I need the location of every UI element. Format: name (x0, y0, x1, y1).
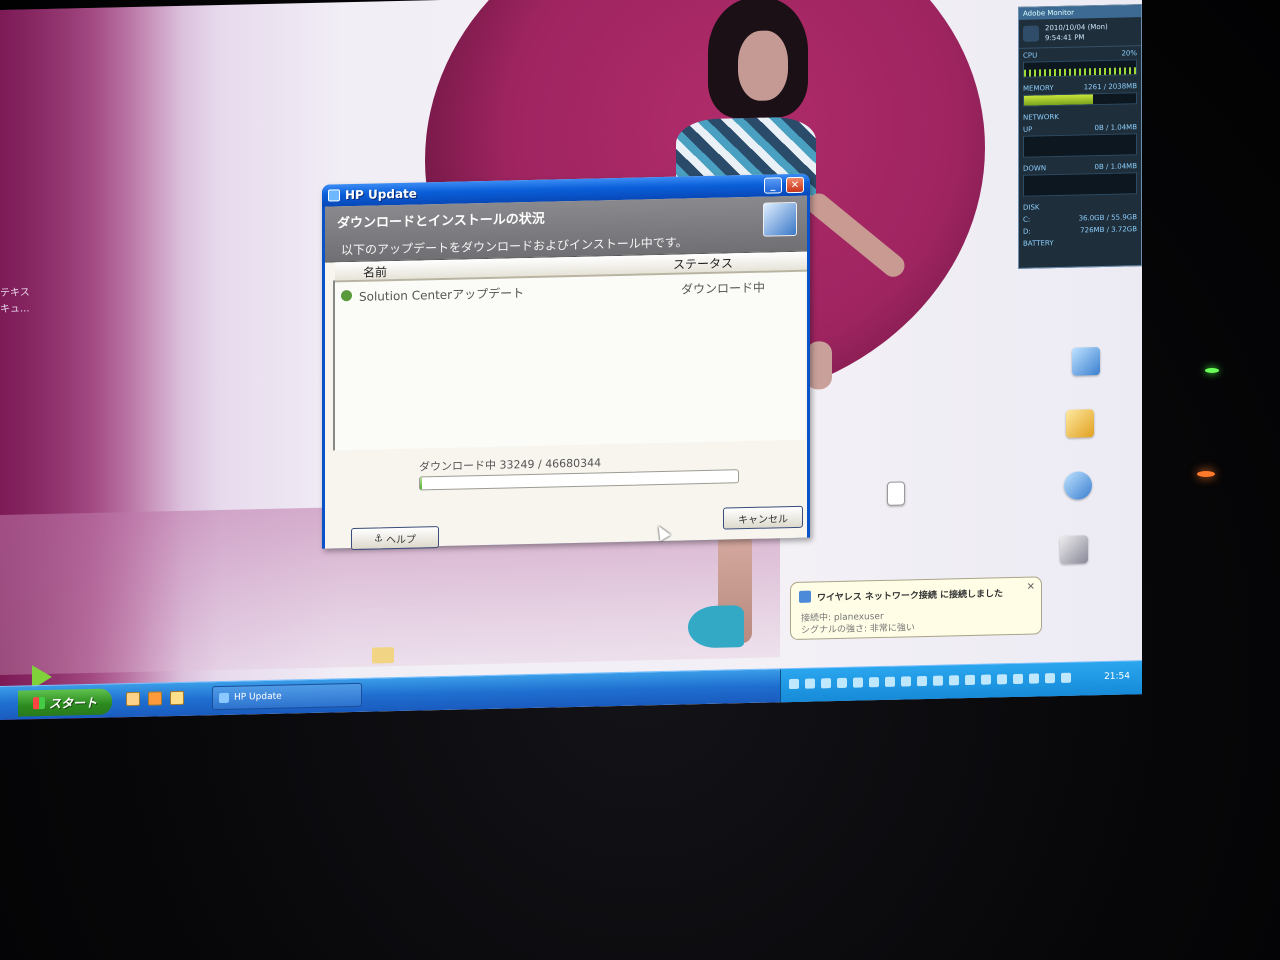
disk-label: DISK (1023, 203, 1040, 212)
disk-d-value: 726MB / 3.72GB (1080, 225, 1137, 235)
left-label-line2: キュ... (0, 303, 30, 315)
windows-flag-icon (32, 696, 45, 710)
tray-icon-14[interactable] (997, 674, 1007, 685)
tray-icon-12[interactable] (965, 674, 975, 686)
up-graph (1023, 133, 1137, 158)
tray-icon-9[interactable] (917, 675, 927, 687)
cancel-button[interactable]: キャンセル (723, 505, 803, 530)
start-button[interactable]: スタート (18, 688, 112, 717)
hp-update-window[interactable]: HP Update _ ✕ ダウンロードとインストールの状況 以下のアップデート… (322, 173, 810, 551)
tray-icon-8[interactable] (901, 676, 911, 687)
up-value: 0B / 1.04MB (1094, 123, 1138, 133)
cpu-value: 20% (1121, 49, 1137, 58)
tray-icon-15[interactable] (1013, 673, 1023, 685)
desktop-icon-document[interactable] (864, 481, 928, 506)
disk-d-label: D: (1023, 227, 1031, 236)
folder-icon[interactable] (372, 647, 394, 664)
tray-icon-1[interactable] (789, 678, 799, 690)
cpu-graph (1023, 59, 1137, 78)
battery-label: BATTERY (1023, 239, 1054, 248)
wireless-tray-icon[interactable] (1061, 672, 1071, 683)
window-content: 名前 ステータス Solution Centerアップデート ダウンロード中 ダ… (325, 251, 807, 551)
wireless-notification-balloon[interactable]: ワイヤレス ネットワーク接続 に接続しました 接続中: planexuser シ… (790, 576, 1042, 641)
browser-icon[interactable] (148, 691, 162, 706)
help-button[interactable]: ⚓ ヘルプ (351, 526, 439, 551)
down-graph (1023, 172, 1137, 197)
system-tray: 21:54 (780, 661, 1142, 704)
gadget-time: 9:54:41 PM (1045, 33, 1085, 43)
document-icon (887, 481, 905, 506)
gadget-clock: 2010/10/04 (Mon) 9:54:41 PM (1019, 17, 1141, 49)
banner-subtitle: 以下のアップデートをダウンロードおよびインストール中です。 (341, 235, 688, 258)
progress-text: ダウンロード中 33249 / 46680344 (419, 456, 602, 474)
up-label: UP (1023, 125, 1033, 134)
quicklaunch-icon[interactable] (170, 690, 184, 706)
tray-icon-2[interactable] (805, 678, 815, 689)
minimize-button[interactable]: _ (764, 177, 782, 194)
progress-fill (420, 477, 422, 490)
disk-c-label: C: (1023, 215, 1031, 224)
desktop-icon-search[interactable] (1048, 409, 1112, 438)
list-item[interactable]: Solution Centerアップデート ダウンロード中 (339, 278, 799, 306)
start-label: スタート (48, 695, 97, 711)
tray-icon-16[interactable] (1029, 673, 1039, 684)
printer-icon (1060, 535, 1088, 564)
update-item-icon (341, 290, 352, 302)
memory-bar (1023, 92, 1137, 107)
network-label: NETWORK (1023, 112, 1059, 122)
disk-c-value: 36.0GB / 55.9GB (1078, 213, 1137, 223)
update-item-name: Solution Centerアップデート (359, 286, 525, 304)
help-icon: ⚓ (374, 532, 383, 545)
globe-icon (1064, 471, 1092, 500)
taskbar-item-hp-update[interactable]: HP Update (212, 682, 362, 711)
update-item-status: ダウンロード中 (681, 280, 766, 297)
status-led (1197, 471, 1215, 477)
down-label: DOWN (1023, 164, 1047, 173)
tray-icon-5[interactable] (853, 677, 863, 688)
tray-icon-17[interactable] (1045, 673, 1055, 684)
left-label-line1: テキス (0, 287, 30, 299)
banner-title: ダウンロードとインストールの状況 (337, 211, 545, 232)
search-icon (1066, 409, 1094, 438)
column-header-status[interactable]: ステータス (673, 254, 733, 272)
hp-update-app-icon (328, 189, 340, 202)
down-value: 0B / 1.04MB (1094, 162, 1138, 172)
memory-label: MEMORY (1023, 84, 1054, 93)
tray-icon-13[interactable] (981, 674, 991, 685)
column-header-name[interactable]: 名前 (363, 263, 387, 281)
window-title: HP Update (345, 186, 417, 203)
tray-icon-6[interactable] (869, 677, 879, 688)
desktop-left-icon-label[interactable]: テキス キュ... (0, 285, 30, 318)
desktop-icon-globe[interactable] (1046, 471, 1110, 500)
wallpaper-model-shoe (688, 605, 744, 649)
wireless-network-icon (799, 590, 811, 603)
desktop-icon-network[interactable] (1054, 347, 1118, 376)
tray-icon-3[interactable] (821, 678, 831, 689)
close-button[interactable]: ✕ (786, 176, 804, 194)
tray-icon-11[interactable] (949, 675, 959, 686)
system-monitor-gadget: Adobe Monitor 2010/10/04 (Mon) 9:54:41 P… (1018, 4, 1142, 269)
task-label: HP Update (234, 691, 282, 703)
tray-icon-10[interactable] (933, 675, 943, 686)
help-button-label: ヘルプ (385, 534, 416, 546)
tray-icon-7[interactable] (885, 676, 895, 687)
update-list[interactable]: 名前 ステータス Solution Centerアップデート ダウンロード中 (333, 251, 807, 451)
desktop-icon-printer[interactable] (1042, 535, 1106, 564)
monitor-screen: テキス キュ... Adobe Monitor 2010/10/04 (Mon)… (0, 0, 1142, 720)
wallpaper-model-face (738, 30, 788, 102)
show-desktop-icon[interactable] (126, 691, 140, 707)
network-computer-icon (1072, 347, 1100, 376)
hp-update-task-icon (219, 692, 229, 704)
balloon-close-icon[interactable]: ✕ (1027, 582, 1035, 593)
clock-icon (1023, 25, 1039, 42)
tray-icon-4[interactable] (837, 677, 847, 689)
photo-background: テキス キュ... Adobe Monitor 2010/10/04 (Mon)… (0, 0, 1280, 960)
memory-value: 1261 / 2038MB (1083, 82, 1137, 92)
cpu-label: CPU (1023, 51, 1038, 60)
power-led (1205, 368, 1219, 373)
update-logo-icon (763, 201, 797, 237)
taskbar-clock[interactable]: 21:54 (1104, 671, 1130, 682)
balloon-title: ワイヤレス ネットワーク接続 に接続しました (817, 589, 1003, 604)
balloon-line2: シグナルの強さ: 非常に強い (801, 623, 915, 636)
